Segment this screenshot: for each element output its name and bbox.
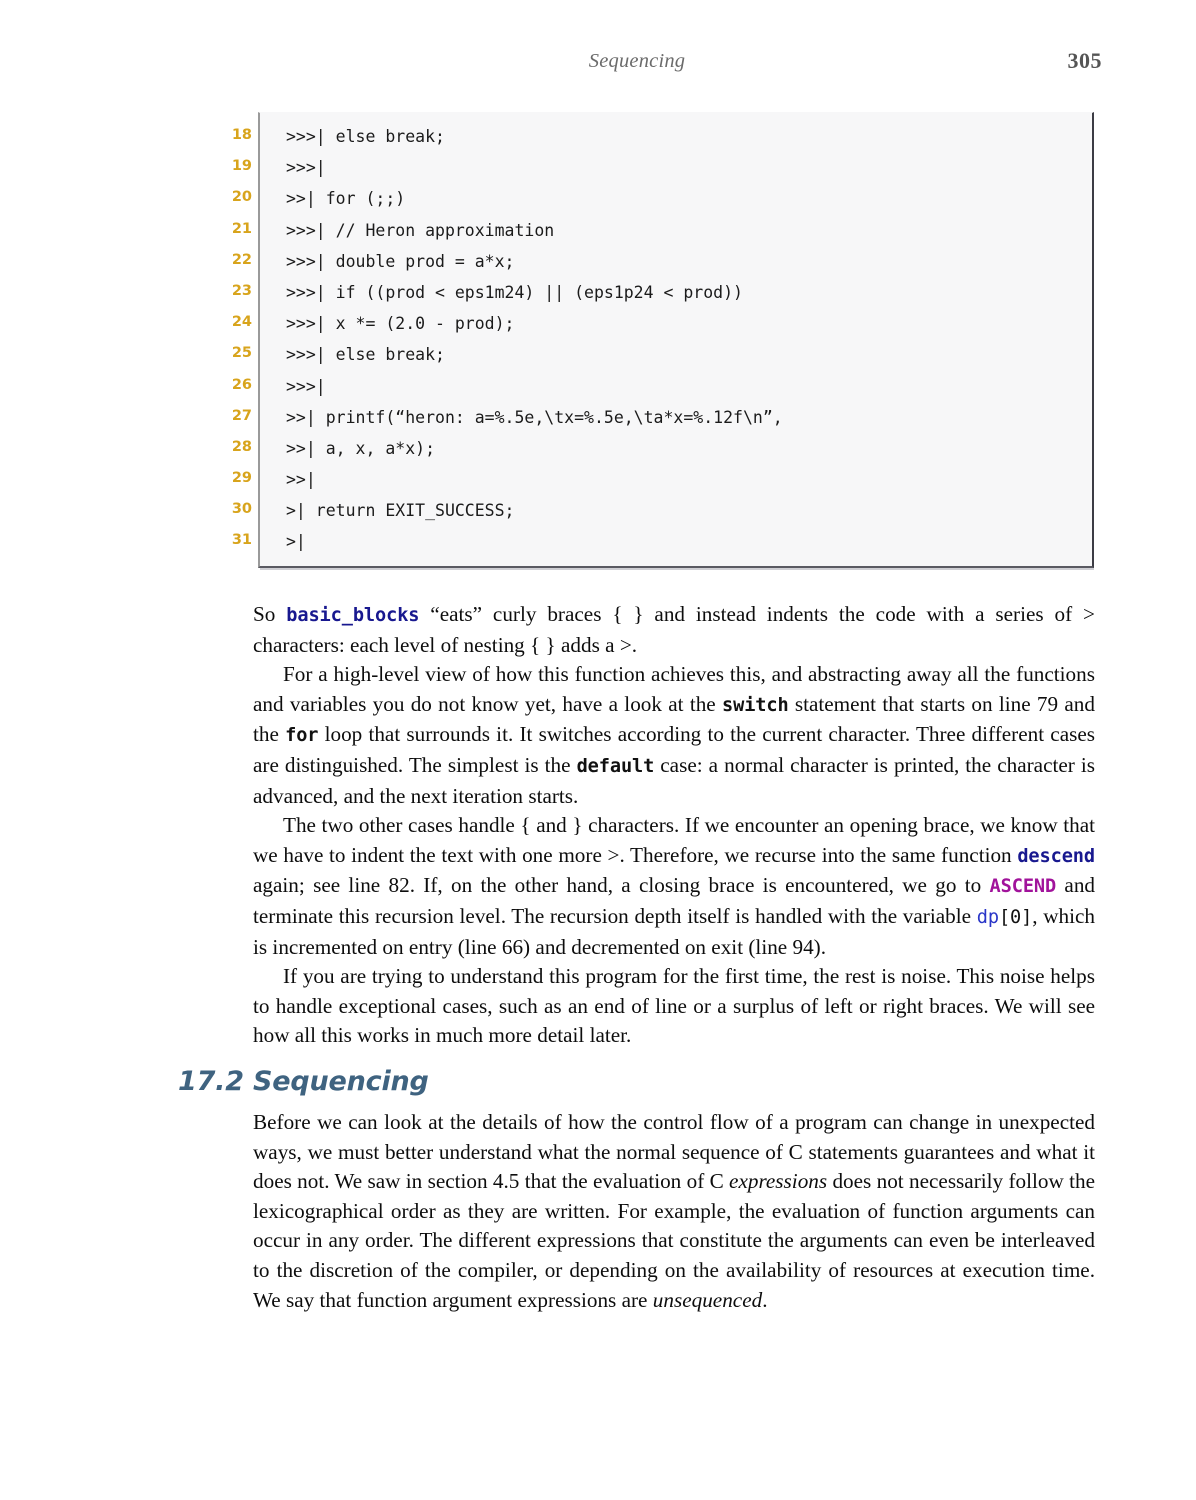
text-run: again; see line 82. If, on the other han… [253,873,990,898]
emphasis-unsequenced: unsequenced [652,1287,763,1312]
line-number: 20 [231,189,252,206]
code-line: >>>| if ((prod < eps1m24) || (eps1p24 < … [286,282,743,302]
line-number: 31 [231,532,252,549]
text-run: The two other cases handle { and } chara… [253,813,1095,867]
line-number: 29 [231,470,252,487]
section-heading: 17.2 Sequencing [178,1066,1098,1097]
code-line: >>>| // Heron approximation [286,220,555,240]
inline-code-default: default [576,755,655,777]
code-line: >>>| else break; [286,127,445,146]
code-line: >>>| double prod = a*x; [286,251,515,271]
text-run: So [253,602,287,626]
code-line: >>>| [286,376,326,396]
inline-code-switch: switch [722,694,789,716]
code-line: >>>| [286,158,326,178]
line-number: 18 [231,127,252,143]
line-number: 26 [231,376,252,393]
paragraph-two-other-cases: The two other cases handle { and } chara… [253,811,1095,962]
body-text-before-section: So basic_blocks “eats” curly braces { } … [253,600,1095,1051]
paragraph-high-level-view: For a high-level view of how this functi… [253,660,1095,811]
inline-code-dp-index: [0] [998,906,1033,928]
inline-code-basic-blocks: basic_blocks [286,605,420,626]
inline-code-for: for [285,725,319,747]
section-title: Sequencing [253,1066,429,1097]
emphasis-expressions: expressions [729,1169,828,1194]
code-line: >>>| else break; [286,345,445,365]
line-number: 24 [231,314,252,331]
line-number: 27 [231,407,252,424]
line-number: 22 [231,251,252,268]
line-number: 28 [231,438,252,455]
paragraph-noise: If you are trying to understand this pro… [253,962,1095,1051]
code-line: >| return EXIT_SUCCESS; [286,501,515,521]
page-running-header: Sequencing 305 [172,48,1102,84]
code-listing: 18 19 20 21 22 23 24 25 26 27 28 29 30 3… [218,112,1094,568]
paragraph-basic-blocks: So basic_blocks “eats” curly braces { } … [253,600,1095,660]
code-line: >>| printf(“heron: a=%.5e,\tx=%.5e,\ta*x… [286,407,783,427]
inline-code-ascend: ASCEND [989,876,1057,898]
code-line: >>| [286,470,316,490]
code-line: >| [286,532,306,552]
line-number: 19 [231,158,252,175]
inline-code-dp: dp [976,906,999,928]
section-number: 17.2 [178,1066,244,1097]
code-line: >>| a, x, a*x); [286,438,436,458]
text-run: . [762,1287,768,1312]
line-number: 23 [231,282,252,299]
inline-code-descend: descend [1017,845,1095,867]
line-number: 25 [231,345,252,362]
code-line: >>| for (;;) [286,189,406,209]
code-line-number-gutter: 18 19 20 21 22 23 24 25 26 27 28 29 30 3… [218,112,258,568]
body-text-after-section: Before we can look at the details of how… [253,1108,1095,1315]
text-run: If you are trying to understand this pro… [253,964,1095,1048]
line-number: 21 [231,220,252,237]
page-number: 305 [1067,48,1102,73]
line-number: 30 [231,501,252,518]
code-line: >>>| x *= (2.0 - prod); [286,314,515,334]
paragraph-sequencing-intro: Before we can look at the details of how… [253,1108,1095,1315]
header-title: Sequencing [588,50,686,72]
code-block: >>>| else break; >>>| >>| for (;;) >>>| … [258,112,1094,568]
